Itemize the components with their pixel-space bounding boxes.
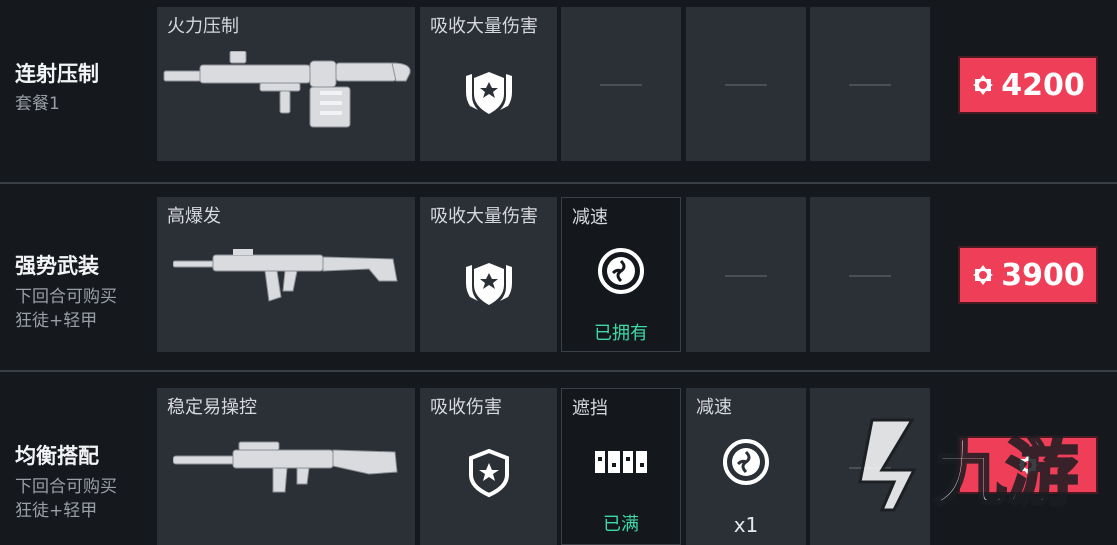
rifle-icon [173, 441, 398, 493]
armor-slot[interactable]: 吸收伤害 [420, 388, 557, 545]
loadout-subtitle: 套餐1 [15, 94, 60, 114]
weapon-slot[interactable]: 高爆发 [157, 197, 415, 352]
slow-orb-icon [598, 247, 644, 294]
row-divider [0, 370, 1117, 372]
light-shield-icon [468, 448, 509, 497]
weapon-slot[interactable]: 稳定易操控 [157, 388, 415, 545]
ability-slot[interactable]: 减速 已拥有 [561, 197, 681, 352]
loadout-subtitle-line2: 狂徒+轻甲 [15, 311, 98, 331]
weapon-label: 稳定易操控 [167, 397, 257, 418]
empty-slot [561, 7, 681, 161]
credits-icon [973, 265, 994, 285]
ability-label: 减速 [696, 397, 732, 418]
armor-slot[interactable]: 吸收大量伤害 [420, 197, 557, 352]
heavy-shield-icon [465, 72, 512, 114]
empty-slot [686, 7, 806, 161]
loadout-name: 强势武装 [15, 254, 99, 278]
loadout-subtitle-line1: 下回合可购买 [15, 287, 117, 307]
empty-slot [686, 197, 806, 352]
row-divider [0, 182, 1117, 184]
heavy-shield-icon [465, 262, 512, 305]
wall-icon [595, 450, 647, 473]
full-status: 已满 [603, 514, 639, 535]
empty-dash [725, 274, 767, 277]
ability-slot[interactable]: 遮挡 已满 [561, 388, 681, 545]
empty-dash [725, 84, 767, 86]
owned-status: 已拥有 [594, 323, 648, 344]
loadout-name: 连射压制 [15, 62, 99, 86]
watermark-text: 九游 [934, 431, 1078, 515]
empty-dash [600, 84, 642, 86]
ability-slot-2[interactable]: 减速 x1 [686, 388, 806, 545]
armor-label: 吸收大量伤害 [430, 206, 538, 227]
empty-slot [810, 7, 930, 161]
armor-label: 吸收大量伤害 [430, 16, 538, 37]
jiuyou-logo-icon: 九游 [858, 418, 1080, 517]
loadout-row-2[interactable]: 强势武装 下回合可购买 狂徒+轻甲 高爆发 吸收大量伤害 减速 已拥有 3900 [0, 190, 1117, 360]
empty-dash [849, 84, 891, 86]
ability-label: 减速 [572, 207, 608, 228]
loadout-subtitle-line1: 下回合可购买 [15, 477, 117, 497]
credits-icon [973, 75, 994, 95]
buy-button[interactable]: 4200 [958, 56, 1098, 114]
weapon-label: 高爆发 [167, 206, 221, 227]
watermark-logo: 九游 [842, 400, 1082, 520]
buy-button[interactable]: 3900 [958, 246, 1098, 304]
empty-slot [810, 197, 930, 352]
weapon-label: 火力压制 [167, 16, 239, 37]
empty-dash [849, 274, 891, 277]
loadout-row-1[interactable]: 连射压制 套餐1 火力压制 吸收大量伤害 4200 [0, 0, 1117, 170]
ability-label: 遮挡 [572, 398, 608, 419]
armor-slot[interactable]: 吸收大量伤害 [420, 7, 557, 161]
machine-gun-icon [163, 51, 411, 128]
price-value: 3900 [1001, 257, 1085, 293]
loadout-name: 均衡搭配 [15, 444, 99, 468]
assault-rifle-icon [173, 249, 398, 302]
loadout-subtitle-line2: 狂徒+轻甲 [15, 501, 98, 521]
price-value: 4200 [1001, 67, 1085, 103]
weapon-slot[interactable]: 火力压制 [157, 7, 415, 161]
slow-orb-icon [723, 438, 769, 485]
item-count: x1 [733, 513, 759, 537]
armor-label: 吸收伤害 [430, 397, 502, 418]
